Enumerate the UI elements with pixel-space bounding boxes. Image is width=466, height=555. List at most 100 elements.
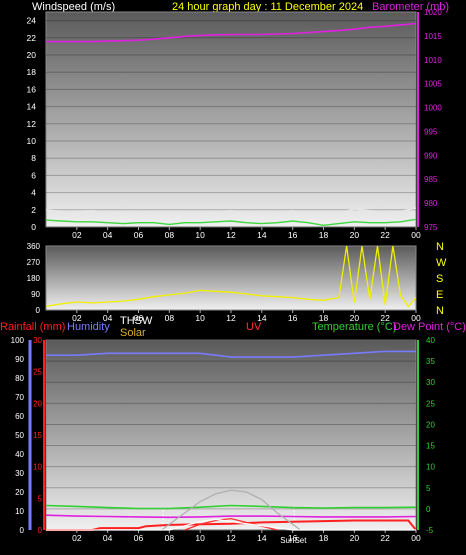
direction-x-label: 00 xyxy=(411,313,421,323)
temp-x-label: 00 xyxy=(411,533,421,543)
wind-baro-x-label: 18 xyxy=(319,230,329,240)
compass-label: E xyxy=(436,289,443,301)
temp-tick-label: 40 xyxy=(426,336,435,345)
wind-baro-x-label: 06 xyxy=(134,230,144,240)
rain-tick-label: 0 xyxy=(38,526,43,535)
direction-x-label: 12 xyxy=(226,313,236,323)
wind-y-tick-label: 6 xyxy=(31,170,36,180)
direction-x-label: 04 xyxy=(103,313,113,323)
baro-y-tick-label: 995 xyxy=(424,127,438,136)
temp-x-label: 02 xyxy=(72,533,82,543)
compass-label: W xyxy=(436,257,447,269)
wind-baro-x-label: 16 xyxy=(288,230,298,240)
direction-y-tick-label: 0 xyxy=(36,306,41,315)
wind-baro-x-label: 12 xyxy=(226,230,236,240)
direction-x-label: 06 xyxy=(134,313,144,323)
chart-title: 24 hour graph day : 11 December 2024 xyxy=(172,1,363,13)
rain-tick-label: 15 xyxy=(33,431,42,440)
temp-tick-label: 0 xyxy=(426,505,431,514)
dewpoint-axis-title: Dew Point (°C) xyxy=(393,321,466,333)
humidity-tick-label: 70 xyxy=(15,393,24,402)
rain-tick-label: 30 xyxy=(33,336,42,345)
baro-y-tick-label: 990 xyxy=(424,151,438,160)
baro-y-tick-label: 1010 xyxy=(424,56,442,65)
rain-tick-label: 20 xyxy=(33,399,42,408)
rain-tick-label: 25 xyxy=(33,368,42,377)
humidity-tick-label: 80 xyxy=(15,374,24,383)
temp-tick-label: 20 xyxy=(426,420,435,429)
direction-y-tick-label: 180 xyxy=(27,274,41,283)
temp-x-label: 12 xyxy=(226,533,236,543)
wind-baro-x-label: 00 xyxy=(411,230,421,240)
rain-tick-label: 5 xyxy=(38,494,43,503)
wind-y-tick-label: 24 xyxy=(27,16,37,26)
wind-y-tick-label: 20 xyxy=(27,50,37,60)
humidity-tick-label: 30 xyxy=(15,469,24,478)
baro-y-tick-label: 1015 xyxy=(424,32,442,41)
baro-y-tick-label: 975 xyxy=(424,223,438,232)
direction-y-tick-label: 270 xyxy=(27,258,41,267)
wind-baro-x-label: 10 xyxy=(195,230,205,240)
wind-baro-x-label: 20 xyxy=(350,230,360,240)
compass-label: S xyxy=(436,273,443,285)
temp-x-label: 08 xyxy=(165,533,175,543)
wind-baro-x-label: 08 xyxy=(165,230,175,240)
temp-x-label: 18 xyxy=(319,533,329,543)
temp-humidity-plot xyxy=(45,339,417,531)
compass-label: N xyxy=(436,305,444,317)
direction-y-tick-label: 90 xyxy=(31,290,40,299)
direction-x-label: 02 xyxy=(72,313,82,323)
direction-x-label: 16 xyxy=(288,313,298,323)
wind-baro-x-label: 02 xyxy=(72,230,82,240)
humidity-tick-label: 100 xyxy=(11,336,25,345)
wind-y-tick-label: 2 xyxy=(31,205,36,215)
humidity-tick-label: 0 xyxy=(20,526,25,535)
temp-x-label: 06 xyxy=(134,533,144,543)
baro-y-tick-label: 980 xyxy=(424,199,438,208)
sunset-label: SunSet xyxy=(280,536,307,545)
temp-x-label: 14 xyxy=(257,533,267,543)
wind-y-tick-label: 10 xyxy=(27,136,37,146)
wind-y-tick-label: 8 xyxy=(31,153,36,163)
solar-label: Solar xyxy=(120,327,146,339)
wind-y-tick-label: 12 xyxy=(27,119,37,129)
temp-x-label: 20 xyxy=(350,533,360,543)
wind-baro-x-label: 04 xyxy=(103,230,113,240)
wind-baro-x-label: 22 xyxy=(380,230,390,240)
baro-y-tick-label: 985 xyxy=(424,175,438,184)
wind-y-tick-label: 14 xyxy=(27,102,37,112)
humidity-tick-label: 50 xyxy=(15,431,24,440)
windspeed-axis-title: Windspeed (m/s) xyxy=(32,1,115,13)
humidity-tick-label: 40 xyxy=(15,450,24,459)
temp-x-label: 22 xyxy=(380,533,390,543)
rain-tick-label: 10 xyxy=(33,463,42,472)
direction-x-label: 18 xyxy=(319,313,329,323)
direction-x-label: 10 xyxy=(195,313,205,323)
temp-tick-label: 10 xyxy=(426,463,435,472)
humidity-tick-label: 60 xyxy=(15,412,24,421)
temp-tick-label: 15 xyxy=(426,442,435,451)
humidity-tick-label: 90 xyxy=(15,355,24,364)
rainfall-axis-title: Rainfall (mm) xyxy=(0,321,65,333)
humidity-tick-label: 20 xyxy=(15,488,24,497)
temp-tick-label: 5 xyxy=(426,484,431,493)
temp-tick-label: 35 xyxy=(426,357,435,366)
wind-y-tick-label: 22 xyxy=(27,33,37,43)
humidity-tick-label: 10 xyxy=(15,507,24,516)
wind-y-tick-label: 0 xyxy=(31,222,36,232)
wind-baro-plot xyxy=(45,11,417,228)
temp-x-label: 04 xyxy=(103,533,113,543)
direction-x-label: 08 xyxy=(165,313,175,323)
baro-y-tick-label: 1005 xyxy=(424,80,442,89)
temp-x-label: 10 xyxy=(195,533,205,543)
temp-tick-label: 25 xyxy=(426,399,435,408)
direction-y-tick-label: 360 xyxy=(27,242,41,251)
direction-x-label: 20 xyxy=(350,313,360,323)
direction-x-label: 22 xyxy=(380,313,390,323)
wind-y-tick-label: 4 xyxy=(31,188,36,198)
weather-chart: Windspeed (m/s) 24 hour graph day : 11 D… xyxy=(0,1,466,545)
wind-y-tick-label: 18 xyxy=(27,67,37,77)
temp-tick-label: 30 xyxy=(426,378,435,387)
direction-x-label: 14 xyxy=(257,313,267,323)
temp-tick-label: -5 xyxy=(426,526,434,535)
